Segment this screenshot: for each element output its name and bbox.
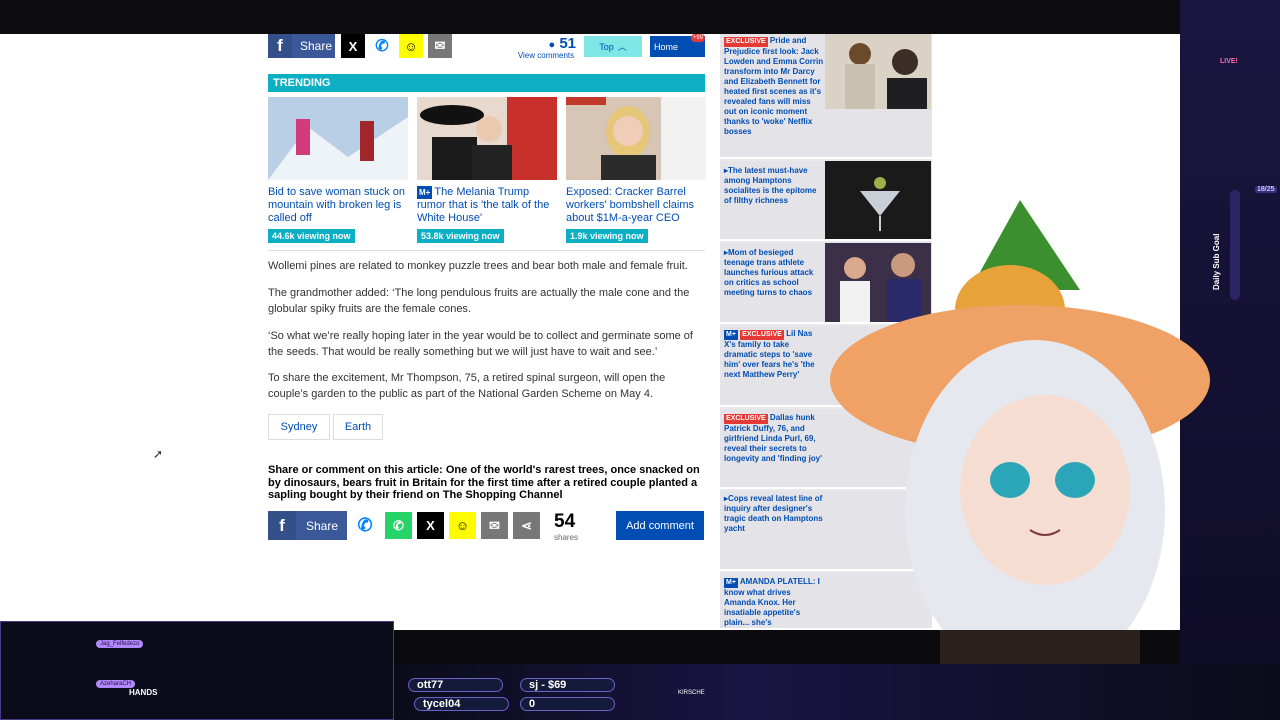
sidebar-item[interactable]: EXCLUSIVE Pride and Prejudice first look… xyxy=(720,34,932,159)
viewing-badge: 53.8k viewing now xyxy=(417,229,504,243)
sidebar-item-text: M+ AMANDA PLATELL: I know what drives Am… xyxy=(724,577,824,628)
article-paragraph: ‘So what we’re really hoping later in th… xyxy=(268,330,693,358)
tag-earth[interactable]: Earth xyxy=(333,414,383,440)
comments-count[interactable]: ● 51 xyxy=(516,35,576,52)
trending-card[interactable]: M+ The Melania Trump rumor that is 'the t… xyxy=(417,97,557,244)
sidebar-item-title: Mom of besieged teenage trans athlete la… xyxy=(724,248,814,297)
sidebar-item-text: ▸Cops reveal latest line of inquiry afte… xyxy=(724,494,824,534)
exclusive-badge: EXCLUSIVE xyxy=(740,330,784,340)
trending-thumbnail-melania[interactable] xyxy=(417,97,557,180)
chat-message: AzeharaCH HANDS xyxy=(96,680,157,697)
article-paragraph: Wollemi pines are related to monkey puzz… xyxy=(268,260,688,272)
facebook-share-label: Share xyxy=(306,518,339,533)
tag-sydney[interactable]: Sydney xyxy=(268,414,330,440)
exclusive-badge: EXCLUSIVE xyxy=(724,37,768,47)
email-icon[interactable]: ✉ xyxy=(428,34,452,58)
email-icon[interactable]: ✉ xyxy=(481,512,508,539)
sidebar-item-title: Cops reveal latest line of inquiry after… xyxy=(724,494,823,533)
trending-card[interactable]: Bid to save woman stuck on mountain with… xyxy=(268,97,408,244)
pride-prejudice-photo xyxy=(825,34,931,109)
trending-header: TRENDING xyxy=(268,74,705,92)
bottom-share-bar: f Share ✆ ✆ X ☺ ✉ ⋖ 54 shares Add commen… xyxy=(268,511,705,542)
snapchat-icon[interactable]: ☺ xyxy=(449,512,476,539)
browser-top-bar xyxy=(0,0,1280,34)
ticker-text: KIRSCHE xyxy=(678,690,705,696)
article-paragraph: To share the excitement, Mr Thompson, 75… xyxy=(268,372,666,400)
share-heading: Share or comment on this article: One of… xyxy=(268,464,700,501)
top-share-bar: f Share X ✆ ☺ ✉ ● 51 View comments Top ︿… xyxy=(268,34,705,60)
home-badge: +99 xyxy=(690,34,705,42)
sidebar-item-text: EXCLUSIVE Pride and Prejudice first look… xyxy=(724,36,824,137)
top-button[interactable]: Top ︿ xyxy=(584,36,642,57)
ticker-pill: sj - $69 xyxy=(520,678,615,692)
exclusive-badge: EXCLUSIVE xyxy=(724,414,768,424)
facebook-icon: f xyxy=(268,34,292,58)
viewing-badge: 44.6k viewing now xyxy=(268,229,355,243)
trending-title[interactable]: Exposed: Cracker Barrel workers' bombshe… xyxy=(566,186,706,226)
cracker-barrel-photo xyxy=(566,97,706,180)
sub-goal-count: 18/25 xyxy=(1255,186,1277,193)
melania-photo xyxy=(417,97,557,180)
snapchat-icon[interactable]: ☺ xyxy=(399,34,423,58)
chat-text: HANDS xyxy=(129,688,158,697)
chat-message: Jag_Felfedezo xyxy=(96,640,144,648)
sidebar-thumbnail[interactable] xyxy=(825,34,931,109)
vtuber-avatar xyxy=(830,200,1210,720)
messenger-icon[interactable]: ✆ xyxy=(370,34,394,58)
sidebar-item-title: AMANDA PLATELL: I know what drives Amand… xyxy=(724,577,820,627)
whatsapp-icon[interactable]: ✆ xyxy=(385,512,412,539)
top-label: Top xyxy=(599,41,614,52)
trending-thumbnail-cracker-barrel[interactable] xyxy=(566,97,706,180)
facebook-share-button[interactable]: f Share xyxy=(268,511,347,540)
messenger-icon[interactable]: ✆ xyxy=(353,513,377,537)
trending-thumbnail-mountain[interactable] xyxy=(268,97,408,180)
stream-bottom-bar: ott77 sj - $69 tycel04 0 KIRSCHE xyxy=(394,664,1280,720)
sidebar-item-text: M+ EXCLUSIVE Lil Nas X's family to take … xyxy=(724,329,824,380)
home-button[interactable]: Home +99 xyxy=(650,34,705,57)
chevron-up-icon: ︿ xyxy=(617,42,627,52)
mplus-badge: M+ xyxy=(724,330,738,340)
ticker-pill: 0 xyxy=(520,697,615,711)
mplus-badge: M+ xyxy=(417,186,433,199)
x-twitter-icon[interactable]: X xyxy=(417,512,444,539)
article-paragraph: The grandmother added: ‘The long pendulo… xyxy=(268,287,690,315)
sidebar-item-text: EXCLUSIVE Dallas hunk Patrick Duffy, 76,… xyxy=(724,413,824,464)
ticker-pill: ott77 xyxy=(408,678,503,692)
home-label: Home xyxy=(654,41,679,52)
comments-count-value: 51 xyxy=(559,35,576,52)
chat-username: AzeharaCH xyxy=(96,680,136,688)
divider xyxy=(268,250,705,251)
comment-bubble-icon: ● xyxy=(548,39,556,51)
stream-screen: f Share X ✆ ☺ ✉ ● 51 View comments Top ︿… xyxy=(0,0,1280,720)
mountain-photo xyxy=(268,97,408,180)
mplus-badge: M+ xyxy=(724,578,738,588)
viewing-badge: 1.9k viewing now xyxy=(566,229,648,243)
facebook-icon: f xyxy=(268,511,296,540)
sidebar-item-text: ▸Mom of besieged teenage trans athlete l… xyxy=(724,248,824,298)
trending-title[interactable]: Bid to save woman stuck on mountain with… xyxy=(268,186,408,226)
shares-count: 54 xyxy=(554,511,576,532)
x-twitter-icon[interactable]: X xyxy=(341,34,365,58)
facebook-share-label: Share xyxy=(300,39,333,53)
trending-title-text: The Melania Trump rumor that is 'the tal… xyxy=(417,186,550,224)
chat-username: Jag_Felfedezo xyxy=(96,640,144,648)
trending-card[interactable]: Exposed: Cracker Barrel workers' bombshe… xyxy=(566,97,706,244)
trending-title[interactable]: M+ The Melania Trump rumor that is 'the t… xyxy=(417,186,557,226)
more-share-icon[interactable]: ⋖ xyxy=(513,512,540,539)
sidebar-item-title: The latest must-have among Hamptons soci… xyxy=(724,166,817,205)
sidebar-item-title: Pride and Prejudice first look: Jack Low… xyxy=(724,36,824,136)
stream-chat-box: Jag_Felfedezo AzeharaCH HANDS xyxy=(0,621,394,720)
shares-label: shares xyxy=(554,533,579,542)
sidebar-item-text: ▸The latest must-have among Hamptons soc… xyxy=(724,166,824,206)
ticker-pill: tycel04 xyxy=(414,697,509,711)
facebook-share-button[interactable]: f Share xyxy=(268,34,335,58)
live-label: LIVE! xyxy=(1220,58,1238,65)
sub-goal-bar xyxy=(1230,190,1240,300)
mouse-cursor-icon: ➚ xyxy=(153,447,164,461)
add-comment-button[interactable]: Add comment xyxy=(616,511,704,540)
view-comments-link[interactable]: View comments xyxy=(516,51,576,60)
